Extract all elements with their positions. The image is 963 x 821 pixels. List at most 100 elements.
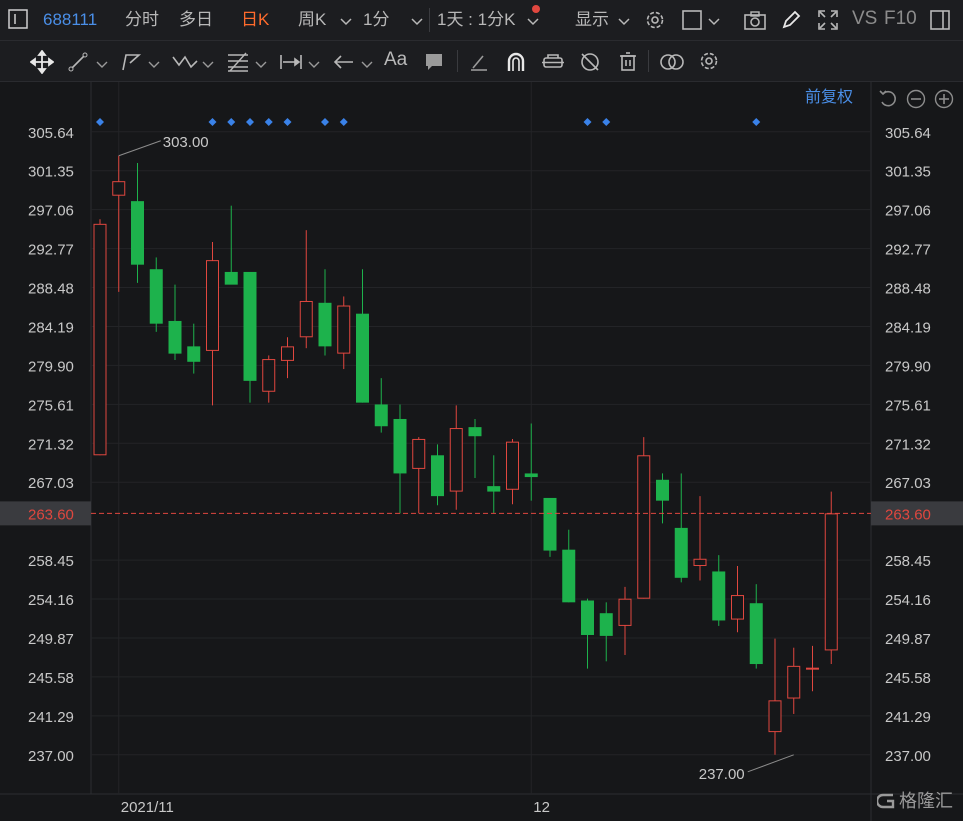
chevron-down-icon[interactable]	[527, 14, 539, 32]
y-tick-label: 258.45	[885, 553, 931, 570]
tab-intraday[interactable]: 分时	[125, 10, 159, 30]
candle-body	[618, 598, 632, 626]
y-tick-label: 305.64	[885, 125, 931, 142]
y-tick-label: 245.58	[885, 670, 931, 687]
candle-body	[768, 700, 782, 733]
chevron-down-icon[interactable]	[148, 57, 160, 75]
stock-code[interactable]: 688111	[43, 10, 97, 30]
magnet-icon[interactable]	[504, 50, 528, 79]
comment-icon[interactable]	[423, 51, 445, 78]
lock-icon[interactable]	[541, 51, 565, 78]
candle-body	[712, 571, 726, 621]
chevron-down-icon[interactable]	[202, 57, 214, 75]
candle-body	[656, 479, 669, 501]
candle-body	[299, 300, 313, 338]
text-icon[interactable]: Aa	[384, 50, 407, 70]
tab-weekly-k[interactable]: 周K	[298, 10, 326, 30]
chevron-down-icon[interactable]	[308, 57, 320, 75]
gear-icon[interactable]	[644, 9, 666, 36]
arrow-icon[interactable]	[332, 51, 356, 78]
candle-body	[749, 603, 763, 665]
candle-body	[356, 313, 369, 403]
candle-body	[412, 438, 426, 469]
y-tick-label: 275.61	[885, 397, 931, 414]
y-tick-label: 237.00	[885, 748, 931, 765]
hide-icon[interactable]	[578, 50, 602, 79]
eraser-icon[interactable]	[468, 51, 490, 78]
candle-body	[374, 404, 388, 427]
polyline-icon[interactable]	[120, 51, 142, 78]
candle-body	[693, 558, 707, 567]
adjust-mode-button[interactable]: 前复权	[805, 88, 853, 108]
y-tick-label: 237.00	[28, 748, 74, 765]
candle-body	[243, 271, 257, 381]
zoom-out-icon[interactable]	[905, 88, 927, 115]
chevron-down-icon[interactable]	[618, 14, 630, 32]
last-price-label: 263.60	[885, 506, 931, 523]
chevron-down-icon[interactable]	[708, 14, 720, 32]
candle-body	[806, 667, 819, 670]
y-tick-label: 271.32	[28, 436, 74, 453]
y-tick-label: 284.19	[28, 319, 74, 336]
chevron-down-icon[interactable]	[96, 57, 108, 75]
overlay-icon[interactable]	[659, 51, 685, 78]
tab-1min[interactable]: 1分	[363, 10, 389, 30]
chevron-down-icon[interactable]	[340, 14, 352, 32]
candle-body	[262, 359, 276, 392]
candle-body	[787, 665, 801, 699]
candlestick-chart[interactable]: 305.64 301.35 297.06 292.77 288.48 284.19 279.…	[0, 82, 963, 821]
y-tick-label: 301.35	[28, 164, 74, 181]
tab-daily-k[interactable]: 日K	[241, 10, 269, 30]
settings-icon[interactable]	[698, 50, 720, 77]
candle-body	[281, 346, 294, 361]
y-tick-label: 258.45	[28, 553, 74, 570]
candle-body	[149, 269, 163, 324]
candle	[93, 219, 107, 456]
y-tick-label: 288.48	[28, 281, 74, 298]
fibonacci-icon[interactable]	[226, 51, 250, 78]
candle-body	[187, 346, 201, 362]
y-tick-label: 267.03	[885, 475, 931, 492]
chevron-down-icon[interactable]	[411, 14, 423, 32]
candle-body	[506, 441, 519, 490]
candle-body	[824, 513, 838, 651]
move-icon[interactable]	[29, 49, 55, 79]
y-tick-label: 279.90	[28, 358, 74, 375]
candle-body	[168, 320, 182, 354]
panel-icon[interactable]	[929, 9, 951, 36]
zoom-in-icon[interactable]	[933, 88, 955, 115]
sidebar-toggle-icon[interactable]	[8, 9, 28, 29]
fullscreen-icon[interactable]	[817, 9, 839, 36]
vs-button[interactable]: VS	[852, 9, 877, 29]
toolbar-separator	[457, 50, 458, 72]
y-tick-label: 301.35	[885, 164, 931, 181]
chevron-down-icon[interactable]	[361, 57, 373, 75]
y-tick-label: 249.87	[28, 631, 74, 648]
candle-body	[581, 600, 594, 635]
toolbar-separator	[648, 50, 649, 72]
wave-icon[interactable]	[171, 51, 199, 78]
candle-body	[674, 527, 688, 578]
y-tick-label: 254.16	[28, 592, 74, 609]
candle-body	[468, 427, 482, 437]
delete-icon[interactable]	[617, 51, 639, 78]
undo-icon[interactable]	[877, 88, 899, 115]
candle-body	[131, 201, 144, 265]
pencil-icon[interactable]	[780, 9, 802, 36]
tab-multiday[interactable]: 多日	[179, 10, 213, 30]
watermark-text: 格隆汇	[899, 791, 953, 811]
interval-selector[interactable]: 1天 : 1分K	[437, 10, 515, 30]
candle	[824, 491, 838, 665]
max-price-label: 303.00	[163, 134, 209, 151]
f10-button[interactable]: F10	[884, 9, 917, 29]
y-tick-label: 297.06	[28, 203, 74, 220]
measure-icon[interactable]	[279, 51, 303, 78]
y-tick-label: 271.32	[885, 436, 931, 453]
camera-icon[interactable]	[743, 9, 767, 36]
layout-icon[interactable]	[681, 9, 703, 36]
line-icon[interactable]	[67, 51, 89, 78]
chevron-down-icon[interactable]	[255, 57, 267, 75]
candle-body	[393, 418, 407, 474]
candle	[637, 437, 651, 599]
display-menu[interactable]: 显示	[575, 10, 609, 30]
